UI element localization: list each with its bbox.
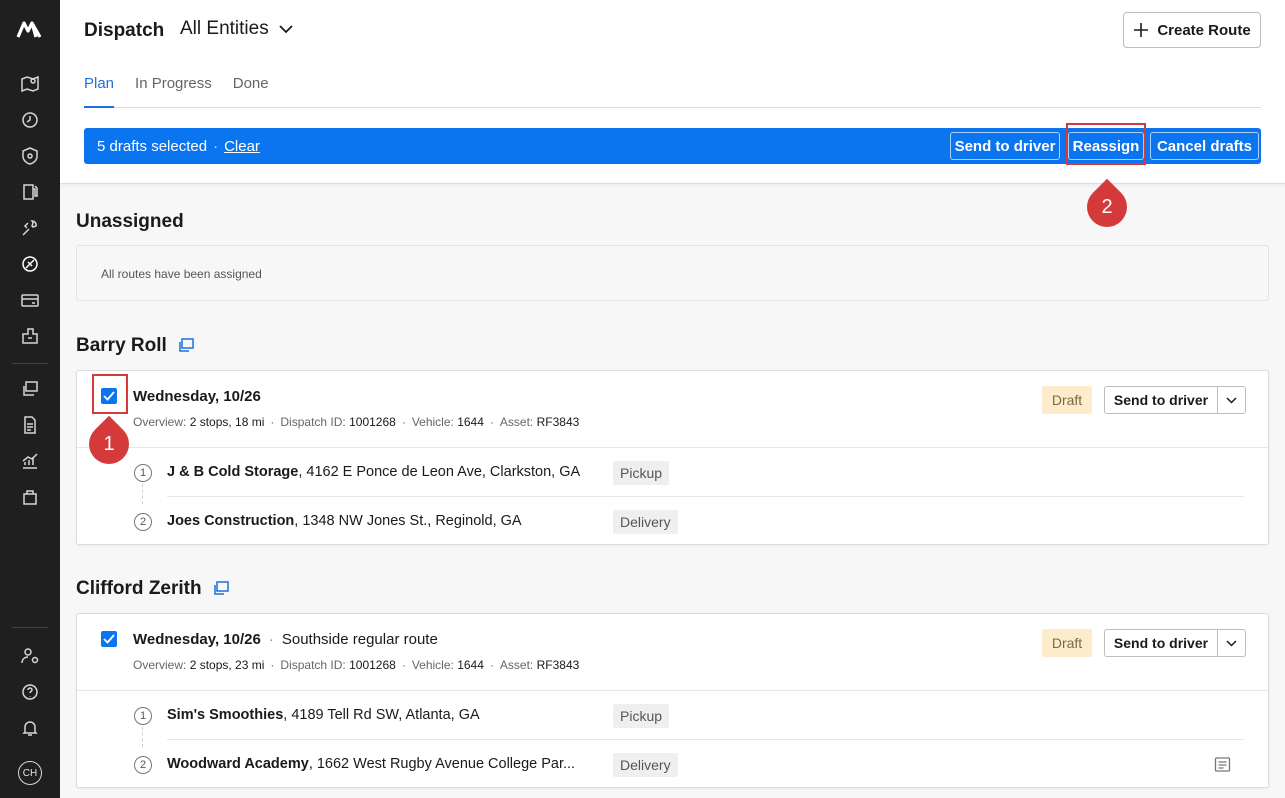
chevron-down-icon — [1226, 396, 1237, 404]
bag-icon[interactable] — [19, 486, 41, 508]
clear-selection-link[interactable]: Clear — [224, 138, 260, 155]
page-title: Dispatch — [84, 20, 165, 41]
stop-address: Joes Construction, 1348 NW Jones St., Re… — [167, 513, 522, 529]
clock-icon[interactable] — [19, 109, 41, 131]
selection-separator: · — [213, 138, 219, 155]
sidebar-divider — [12, 627, 48, 628]
route-checkbox[interactable] — [101, 631, 117, 647]
notes-icon[interactable] — [1214, 756, 1231, 773]
card-icon[interactable] — [19, 289, 41, 311]
tab-plan[interactable]: Plan — [84, 74, 115, 108]
messages-icon[interactable] — [19, 378, 41, 400]
user-settings-icon[interactable] — [19, 645, 41, 667]
create-route-button[interactable]: Create Route — [1123, 12, 1261, 48]
driver-name: Clifford Zerith — [76, 578, 202, 599]
stop-number: 1 — [134, 464, 152, 482]
driver-name: Barry Roll — [76, 335, 167, 356]
route-tag-icon[interactable] — [19, 253, 41, 275]
logo-icon[interactable] — [15, 19, 45, 41]
stop-number: 2 — [134, 513, 152, 531]
stop-address: Woodward Academy, 1662 West Rugby Avenue… — [167, 756, 576, 772]
document-icon[interactable] — [19, 414, 41, 436]
driver-heading: Clifford Zerith — [76, 578, 230, 600]
route-card: Wednesday, 10/26 Overview: 2 stops, 18 m… — [76, 370, 1269, 545]
warehouse-icon[interactable] — [19, 325, 41, 347]
route-overview: Overview: 2 stops, 23 mi · Dispatch ID: 1… — [133, 658, 580, 672]
route-overview: Overview: 2 stops, 18 mi · Dispatch ID: 1… — [133, 415, 580, 429]
checkmark-icon — [103, 634, 115, 644]
bell-icon[interactable] — [19, 717, 41, 739]
list-item[interactable]: 2 Joes Construction, 1348 NW Jones St., … — [77, 497, 1268, 546]
stop-type-badge: Delivery — [613, 510, 678, 534]
create-route-label: Create Route — [1157, 21, 1251, 39]
fuel-icon[interactable] — [19, 181, 41, 203]
shield-icon[interactable] — [19, 145, 41, 167]
help-icon[interactable] — [19, 681, 41, 703]
sidebar: CH — [0, 0, 60, 798]
stop-type-badge: Pickup — [613, 704, 670, 728]
status-badge: Draft — [1042, 629, 1092, 657]
avatar[interactable]: CH — [18, 761, 42, 785]
tab-bar: Plan In Progress Done — [84, 74, 1261, 108]
stop-address: J & B Cold Storage, 4162 E Ponce de Leon… — [167, 464, 581, 480]
list-item[interactable]: 1 J & B Cold Storage, 4162 E Ponce de Le… — [77, 448, 1268, 504]
list-item[interactable]: 2 Woodward Academy, 1662 West Rugby Aven… — [77, 740, 1268, 789]
bulk-send-to-driver-button[interactable]: Send to driver — [950, 132, 1060, 160]
stop-type-badge: Delivery — [613, 753, 678, 777]
chevron-down-icon — [1226, 639, 1237, 647]
unassigned-title: Unassigned — [76, 211, 184, 232]
main-content: Dispatch All Entities Create Route Plan … — [60, 0, 1285, 798]
send-options-dropdown[interactable] — [1218, 386, 1246, 414]
entity-select-label: All Entities — [180, 18, 269, 39]
chart-icon[interactable] — [19, 450, 41, 472]
driver-heading: Barry Roll — [76, 335, 195, 357]
sidebar-divider — [12, 363, 48, 364]
unassigned-empty-state: All routes have been assigned — [76, 245, 1269, 301]
route-note: Southside regular route — [281, 631, 438, 648]
stop-address: Sim's Smoothies, 4189 Tell Rd SW, Atlant… — [167, 707, 480, 723]
send-to-driver-button[interactable]: Send to driver — [1104, 386, 1218, 414]
stop-type-badge: Pickup — [613, 461, 670, 485]
tab-done[interactable]: Done — [233, 74, 269, 108]
selection-count: 5 drafts selected — [97, 138, 208, 155]
send-to-driver-button[interactable]: Send to driver — [1104, 629, 1218, 657]
chat-icon[interactable] — [177, 338, 195, 354]
stop-number: 1 — [134, 707, 152, 725]
stop-number: 2 — [134, 756, 152, 774]
map-icon[interactable] — [19, 73, 41, 95]
route-date: Wednesday, 10/26 — [133, 631, 261, 648]
callout-2-marker: 2 — [1078, 178, 1136, 236]
send-to-driver-group: Send to driver — [1104, 386, 1246, 414]
route-date: Wednesday, 10/26 — [133, 388, 261, 405]
tab-in-progress[interactable]: In Progress — [135, 74, 212, 108]
list-item[interactable]: 1 Sim's Smoothies, 4189 Tell Rd SW, Atla… — [77, 691, 1268, 747]
page-header: Dispatch All Entities Create Route Plan … — [60, 0, 1285, 236]
wrench-icon[interactable] — [19, 217, 41, 239]
route-card: Wednesday, 10/26 · Southside regular rou… — [76, 613, 1269, 788]
send-to-driver-group: Send to driver — [1104, 629, 1246, 657]
callout-2-number: 2 — [1101, 195, 1113, 218]
send-options-dropdown[interactable] — [1218, 629, 1246, 657]
chat-icon[interactable] — [212, 581, 230, 597]
status-badge: Draft — [1042, 386, 1092, 414]
chevron-down-icon — [279, 24, 293, 33]
plus-icon — [1134, 23, 1149, 37]
cancel-drafts-button[interactable]: Cancel drafts — [1150, 132, 1259, 160]
entity-select[interactable]: All Entities — [180, 18, 293, 40]
callout-1-number: 1 — [103, 432, 115, 455]
checkbox-highlight — [92, 374, 128, 414]
reassign-highlight — [1066, 123, 1146, 165]
